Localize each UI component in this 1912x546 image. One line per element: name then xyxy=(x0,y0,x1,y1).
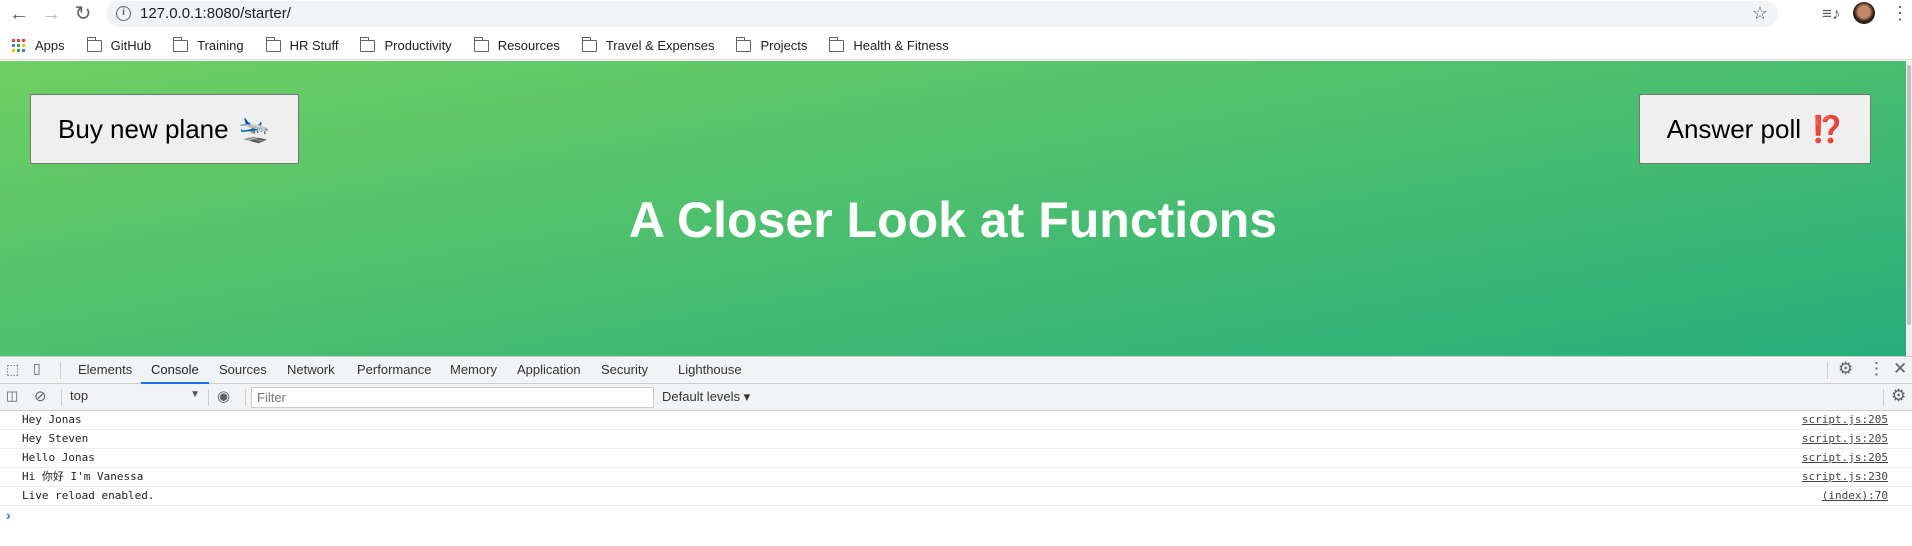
divider xyxy=(1883,389,1884,406)
plane-landing-icon: 🛬 xyxy=(238,113,271,144)
folder-icon xyxy=(581,36,597,52)
profile-avatar[interactable] xyxy=(1853,2,1875,24)
bookmark-label: Resources xyxy=(497,38,560,53)
bookmark-label: Apps xyxy=(35,38,65,53)
message-text: Hey Steven xyxy=(22,432,89,445)
interrobang-icon: ⁉️ xyxy=(1811,113,1844,144)
log-levels-dropdown[interactable]: Default levels ▾ xyxy=(662,389,750,405)
console-filter-input[interactable] xyxy=(251,387,654,408)
message-text: Hi 你好 I'm Vanessa xyxy=(22,470,144,483)
source-link[interactable]: script.js:205 xyxy=(1802,449,1888,467)
console-settings-gear-icon[interactable]: ⚙ xyxy=(1891,386,1906,406)
bookmark-folder[interactable]: GitHub xyxy=(86,36,152,53)
url-text[interactable]: 127.0.0.1:8080/starter/ xyxy=(140,5,291,22)
dropdown-arrow-icon: ▼ xyxy=(190,389,200,400)
settings-gear-icon[interactable]: ⚙ xyxy=(1838,359,1853,379)
answer-poll-button[interactable]: Answer poll ⁉️ xyxy=(1639,94,1871,164)
browser-toolbar: ← → ↻ i 127.0.0.1:8080/starter/ ☆ ≡♪ ⋮ xyxy=(0,0,1912,32)
button-label: Buy new plane xyxy=(58,113,229,144)
page-content: Buy new plane 🛬 Answer poll ⁉️ A Closer … xyxy=(0,61,1906,356)
folder-icon xyxy=(360,36,376,52)
context-selector[interactable]: top ▼ xyxy=(70,388,200,407)
tab-performance[interactable]: Performance xyxy=(347,357,441,384)
divider xyxy=(1827,362,1828,379)
tab-lighthouse[interactable]: Lighthouse xyxy=(668,357,752,384)
folder-icon xyxy=(265,36,281,52)
close-devtools-icon[interactable]: ✕ xyxy=(1893,359,1907,379)
bookmark-folder[interactable]: Projects xyxy=(736,36,808,53)
reload-icon[interactable]: ↻ xyxy=(70,2,96,28)
media-control-icon[interactable]: ≡♪ xyxy=(1822,4,1840,24)
forward-icon[interactable]: → xyxy=(38,2,64,28)
back-icon[interactable]: ← xyxy=(6,2,32,28)
bookmark-label: Productivity xyxy=(384,38,452,53)
bookmark-label: Training xyxy=(197,38,244,53)
tab-console[interactable]: Console xyxy=(141,357,209,384)
menu-kebab-icon[interactable]: ⋮ xyxy=(1891,3,1909,24)
bookmark-label: HR Stuff xyxy=(289,38,339,53)
tab-security[interactable]: Security xyxy=(591,357,658,384)
apps-grid-icon xyxy=(12,39,25,52)
folder-icon xyxy=(473,36,489,52)
inspect-element-icon[interactable]: ⬚ xyxy=(6,361,19,378)
console-message: Live reload enabled. (index):70 xyxy=(0,487,1912,506)
page-title: A Closer Look at Functions xyxy=(628,192,1278,248)
divider xyxy=(208,389,209,406)
message-text: Hello Jonas xyxy=(22,451,95,464)
tab-memory[interactable]: Memory xyxy=(440,357,507,384)
button-label: Answer poll xyxy=(1666,113,1802,144)
folder-icon xyxy=(829,36,845,52)
address-bar[interactable]: i 127.0.0.1:8080/starter/ ☆ xyxy=(106,1,1778,27)
source-link[interactable]: script.js:230 xyxy=(1802,468,1888,486)
tab-network[interactable]: Network xyxy=(277,357,345,384)
divider xyxy=(60,362,61,379)
bookmark-folder[interactable]: Resources xyxy=(473,36,560,53)
info-icon[interactable]: i xyxy=(116,6,131,21)
console-message: Hi 你好 I'm Vanessa script.js:230 xyxy=(0,468,1912,487)
buy-plane-button[interactable]: Buy new plane 🛬 xyxy=(30,94,299,164)
more-options-icon[interactable]: ⋮ xyxy=(1868,359,1885,379)
tab-application[interactable]: Application xyxy=(507,357,591,384)
bookmark-folder[interactable]: Health & Fitness xyxy=(829,36,949,53)
devtools-tabbar: ⬚ ▯ Elements Console Sources Network Per… xyxy=(0,356,1912,384)
message-text: Hey Jonas xyxy=(22,413,82,426)
console-toolbar: ◫ ⊘ top ▼ ◉ Default levels ▾ ⚙ xyxy=(0,384,1912,411)
source-link[interactable]: script.js:205 xyxy=(1802,411,1888,429)
device-toolbar-icon[interactable]: ▯ xyxy=(33,360,41,377)
bookmark-folder[interactable]: HR Stuff xyxy=(265,36,339,53)
live-expression-eye-icon[interactable]: ◉ xyxy=(217,387,230,405)
tab-sources[interactable]: Sources xyxy=(209,357,277,384)
divider xyxy=(61,389,62,406)
console-message: Hey Steven script.js:205 xyxy=(0,430,1912,449)
source-link[interactable]: script.js:205 xyxy=(1802,430,1888,448)
console-prompt[interactable]: › xyxy=(6,507,11,523)
folder-icon xyxy=(173,36,189,52)
clear-console-icon[interactable]: ⊘ xyxy=(34,387,47,405)
tab-elements[interactable]: Elements xyxy=(68,357,142,384)
folder-icon xyxy=(86,36,102,52)
bookmarks-bar: Apps GitHub Training HR Stuff Productivi… xyxy=(0,32,1912,60)
console-message: Hey Jonas script.js:205 xyxy=(0,411,1912,430)
page-scrollbar[interactable] xyxy=(1906,61,1912,356)
sidebar-toggle-icon[interactable]: ◫ xyxy=(6,388,18,404)
message-text: Live reload enabled. xyxy=(22,489,155,502)
source-link[interactable]: (index):70 xyxy=(1822,487,1888,505)
bookmark-label: Projects xyxy=(760,38,808,53)
bookmark-label: Travel & Expenses xyxy=(605,38,715,53)
bookmark-folder[interactable]: Travel & Expenses xyxy=(581,36,715,53)
folder-icon xyxy=(736,36,752,52)
console-message: Hello Jonas script.js:205 xyxy=(0,449,1912,468)
bookmark-folder[interactable]: Training xyxy=(173,36,244,53)
context-value: top xyxy=(70,388,89,403)
bookmark-label: Health & Fitness xyxy=(853,38,949,53)
bookmark-label: GitHub xyxy=(110,38,152,53)
bookmark-apps[interactable]: Apps xyxy=(12,38,65,53)
divider xyxy=(245,389,246,406)
bookmark-star-icon[interactable]: ☆ xyxy=(1752,3,1768,24)
bookmark-folder[interactable]: Productivity xyxy=(360,36,452,53)
